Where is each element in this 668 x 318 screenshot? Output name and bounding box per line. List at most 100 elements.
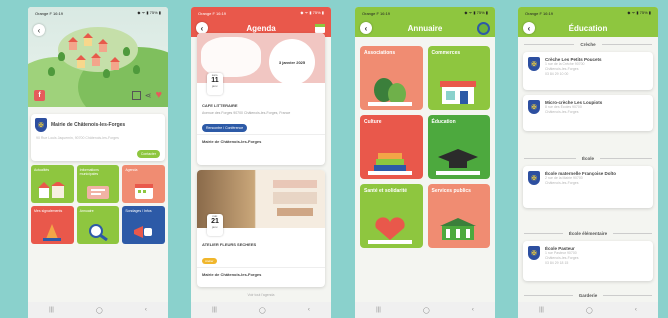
home-button[interactable]: ◯ (259, 307, 266, 314)
event-card[interactable]: mar. 21 janv. ATELIER FLEURS SECHEES Ate… (197, 170, 325, 287)
event-date: mar. 21 janv. (207, 214, 223, 236)
status-indicators: ◆ ᯤ ▮ 75% ▮ (464, 10, 488, 15)
books-icon (368, 153, 412, 175)
tile-label: Annuaire (79, 209, 94, 213)
status-indicators: ◆ ᯤ ▮ 75% ▮ (300, 10, 324, 15)
school-card[interactable]: ✠ Crèche Les Petits Poucets 1 rue de la … (523, 52, 653, 90)
education-screen: Orange F 16:19 ◆ ᯤ ▮ 75% ▮ ‹ Éducation C… (518, 7, 658, 318)
school-card[interactable]: ✠ Micro-crèche Les Loupiots 8 rue des Éc… (523, 95, 653, 131)
status-time: Orange F 16:19 (362, 10, 391, 16)
graduation-cap-icon (435, 149, 480, 175)
school-crest-icon: ✠ (528, 246, 540, 260)
tile-services-publics[interactable]: Services publics (427, 184, 490, 248)
tile-label: Actualités (34, 168, 50, 172)
contact-button[interactable]: Contacter (136, 150, 160, 158)
school-crest-icon: ✠ (528, 57, 540, 71)
school-city: Châtenois-les-Forges (545, 181, 579, 185)
recent-apps-button[interactable]: ||| (212, 307, 217, 313)
tile-label: Mes signalements (34, 209, 63, 213)
recent-apps-button[interactable]: ||| (539, 307, 544, 313)
event-organizer: Mairie de Châtenois-les-Forges (197, 267, 325, 281)
tile-label: Santé et solidarité (364, 188, 408, 194)
back-nav-button[interactable]: ‹ (308, 307, 310, 313)
tile-commerces[interactable]: Commerces (427, 46, 490, 110)
android-nav-bar: ||| ◯ ‹ (355, 302, 495, 318)
facebook-icon[interactable]: f (34, 89, 45, 101)
shop-icon (439, 81, 476, 104)
status-time: Orange F 16:19 (198, 10, 227, 16)
back-button[interactable]: ‹ (33, 24, 45, 36)
school-card[interactable]: ✠ École maternelle Françoise Dolto 2 rue… (523, 166, 653, 208)
tile-label: Culture (364, 119, 382, 125)
tile-label: Services publics (431, 188, 471, 194)
heart-stethoscope-icon (368, 217, 412, 244)
event-date: sam. 11 janv. (207, 73, 223, 95)
back-nav-button[interactable]: ‹ (145, 307, 147, 313)
android-nav-bar: ||| ◯ ‹ (518, 302, 658, 318)
event-banner-text: 3 janvier 2025 (269, 39, 315, 85)
recent-apps-button[interactable]: ||| (49, 307, 54, 313)
status-time: Orange F 16:19 (35, 10, 64, 16)
home-button[interactable]: ◯ (96, 307, 103, 314)
home-button[interactable]: ◯ (586, 307, 593, 314)
mairie-name: Mairie de Châtenois-les-Forges (51, 122, 126, 128)
heart-icon[interactable]: ♥ (155, 89, 162, 101)
agenda-screen: Orange F 16:19 ◆ ᯤ ▮ 75% ▮ ‹ Agenda 3 ja… (191, 7, 331, 318)
home-button[interactable]: ◯ (423, 307, 430, 314)
loudspeaker-icon (133, 226, 152, 238)
section-title: Crèche (518, 42, 658, 47)
mairie-address: 90 Rue Louis Jaquemin, 90700 Châtenois-l… (36, 136, 119, 140)
town-crest-icon: ✠ (35, 118, 47, 132)
page-title: Éducation (568, 23, 608, 33)
home-screen: Orange F 16:19 ◆ ᯤ ▮ 75% ▮ ‹ f ⋖ ♥ ✠ Mai… (28, 7, 168, 318)
annuaire-screen: Orange F 16:19 ◆ ᯤ ▮ 75% ▮ ‹ Annuaire As… (355, 7, 495, 318)
tile-label: Informations municipales (79, 168, 99, 176)
annuaire-tiles: Associations Commerces Culture Éducation… (360, 46, 490, 248)
tile-signalements[interactable]: Mes signalements (31, 206, 74, 244)
home-tiles: Actualités Informations municipales Agen… (31, 165, 165, 244)
event-card[interactable]: 3 janvier 2025 sam. 11 janv. CAFE LITTER… (197, 33, 325, 165)
theatre-masks-icon (368, 78, 412, 106)
share-icon[interactable]: ⋖ (145, 91, 152, 100)
tile-label: Éducation (431, 119, 456, 125)
calendar-icon (134, 184, 153, 199)
tile-sondages[interactable]: Sondages / Infos (122, 206, 165, 244)
event-title: ATELIER FLEURS SECHEES (202, 242, 257, 247)
back-nav-button[interactable]: ‹ (635, 307, 637, 313)
tile-infos-municipales[interactable]: Informations municipales (76, 165, 120, 203)
cone-icon (43, 224, 62, 241)
android-nav-bar: ||| ◯ ‹ (191, 302, 331, 318)
tile-actualites[interactable]: Actualités (31, 165, 74, 203)
tile-culture[interactable]: Culture (360, 115, 423, 179)
megaphone-icon (86, 186, 109, 199)
mairie-card[interactable]: ✠ Mairie de Châtenois-les-Forges 90 Rue … (31, 114, 165, 161)
tile-annuaire[interactable]: Annuaire (76, 206, 120, 244)
page-title: Annuaire (407, 23, 443, 33)
tile-sante[interactable]: Santé et solidarité (360, 184, 423, 248)
school-phone: 03 84 29 18 15 (545, 261, 569, 265)
status-indicators: ◆ ᯤ ▮ 75% ▮ (627, 10, 651, 15)
see-all-link[interactable]: Voir tout l'agenda (191, 293, 331, 297)
android-nav-bar: ||| ◯ ‹ (28, 302, 168, 318)
status-time: Orange F 16:19 (525, 10, 554, 16)
page-title: Agenda (246, 23, 276, 33)
tile-associations[interactable]: Associations (360, 46, 423, 110)
magnifier-icon (88, 224, 108, 241)
school-city: Châtenois-les-Forges (545, 110, 579, 114)
recent-apps-button[interactable]: ||| (376, 307, 381, 313)
section-title: Garderie (518, 293, 658, 298)
event-tag: Atelier (202, 258, 217, 264)
event-title: CAFE LITTERAIRE (202, 103, 238, 108)
event-address: Avenue des Forges 90700 Châtenois-les-Fo… (202, 111, 291, 115)
tile-label: Agenda (125, 168, 138, 172)
houses-icon (38, 182, 66, 198)
school-crest-icon: ✠ (528, 171, 540, 185)
tile-label: Sondages / Infos (125, 209, 152, 213)
tile-education[interactable]: Éducation (427, 115, 490, 179)
tile-agenda[interactable]: Agenda (122, 165, 165, 203)
school-card[interactable]: ✠ École Pasteur 1 rue Pasteur 90700 Chât… (523, 241, 653, 281)
school-crest-icon: ✠ (528, 100, 540, 114)
back-nav-button[interactable]: ‹ (472, 307, 474, 313)
school-phone: 03 84 29 10 00 (545, 72, 569, 76)
qr-code-icon[interactable] (131, 90, 141, 100)
